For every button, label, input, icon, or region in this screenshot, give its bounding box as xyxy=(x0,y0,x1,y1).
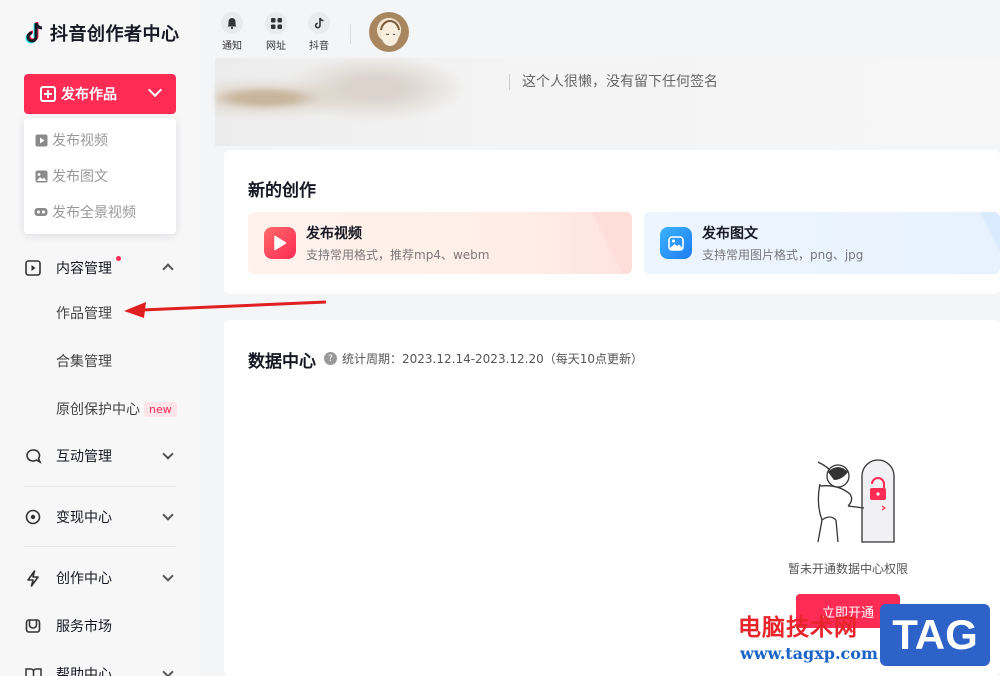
video-icon xyxy=(34,133,48,147)
sidebar-subitem-label: 合集管理 xyxy=(56,354,112,370)
douyin-icon xyxy=(308,12,330,34)
help-icon[interactable]: ? xyxy=(324,352,337,365)
market-icon xyxy=(24,617,42,635)
app-logo[interactable]: 抖音创作者中心 xyxy=(24,20,180,46)
new-badge: new xyxy=(144,401,177,417)
menu-item-label: 发布全景视频 xyxy=(52,205,136,221)
chevron-down-icon xyxy=(162,666,174,676)
sidebar-subitem-label: 原创保护中心 xyxy=(56,402,140,418)
stat-period-text: 统计周期：2023.12.14-2023.12.20（每天10点更新） xyxy=(342,352,644,366)
profile-signature: 这个人很懒，没有留下任何签名 xyxy=(509,74,718,90)
menu-item-publish-image[interactable]: 发布图文 xyxy=(24,158,176,194)
divider xyxy=(350,24,351,44)
notification-button[interactable]: 通知 xyxy=(214,12,250,52)
tile-title: 发布视频 xyxy=(306,226,362,242)
menu-item-label: 发布视频 xyxy=(52,133,108,149)
sidebar: 抖音创作者中心 发布作品 发布视频 发布图文 发布全景视频 内容管理 作品管理 … xyxy=(0,0,200,676)
watermark-tag-logo: TAG xyxy=(880,604,990,666)
video-play-icon xyxy=(264,227,296,259)
add-icon xyxy=(40,86,56,102)
sidebar-item-help-center[interactable]: 帮助中心 xyxy=(24,662,176,676)
notification-label: 通知 xyxy=(222,41,242,52)
play-square-icon xyxy=(24,259,42,277)
publish-image-tile[interactable]: 发布图文 支持常用图片格式，png、jpg xyxy=(644,212,1000,274)
app-title: 抖音创作者中心 xyxy=(50,24,180,45)
notification-dot xyxy=(116,256,121,261)
watermark-text: 电脑技术网 xyxy=(738,615,858,641)
publish-video-tile[interactable]: 发布视频 支持常用格式，推荐mp4、webm xyxy=(248,212,632,274)
menu-item-publish-panorama[interactable]: 发布全景视频 xyxy=(24,194,176,230)
bell-icon xyxy=(221,12,243,34)
publish-button-label: 发布作品 xyxy=(61,87,117,103)
new-creation-card: 新的创作 发布视频 支持常用格式，推荐mp4、webm 发布图文 支持常用图片格… xyxy=(224,150,1000,294)
avatar-image xyxy=(380,20,400,46)
monetize-icon xyxy=(24,508,42,526)
sidebar-item-label: 变现中心 xyxy=(56,510,112,526)
decorative-shape xyxy=(980,212,1000,252)
chevron-down-icon xyxy=(147,82,163,98)
douyin-button[interactable]: 抖音 xyxy=(301,12,337,52)
vr-icon xyxy=(34,205,48,219)
sidebar-item-content-management[interactable]: 内容管理 xyxy=(24,256,176,280)
divider xyxy=(24,486,176,487)
red-arrow-annotation xyxy=(124,300,327,318)
links-label: 网址 xyxy=(266,41,286,52)
data-center-title: 数据中心 xyxy=(248,352,316,372)
links-button[interactable]: 网址 xyxy=(258,12,294,52)
sidebar-item-service-market[interactable]: 服务市场 xyxy=(24,614,176,638)
book-icon xyxy=(24,665,42,676)
chevron-down-icon xyxy=(162,509,174,521)
sidebar-subitem-works-management[interactable]: 作品管理 xyxy=(56,303,112,323)
sidebar-item-creation-center[interactable]: 创作中心 xyxy=(24,566,176,590)
profile-header: 这个人很懒，没有留下任何签名 xyxy=(215,58,1000,146)
decorative-shape xyxy=(592,212,632,274)
chat-icon xyxy=(24,447,42,465)
empty-state-text: 暂未开通数据中心权限 xyxy=(788,562,909,576)
douyin-logo-icon xyxy=(25,22,43,44)
sidebar-subitem-label: 作品管理 xyxy=(56,306,112,322)
publish-dropdown-menu: 发布视频 发布图文 发布全景视频 xyxy=(24,118,176,234)
menu-item-publish-video[interactable]: 发布视频 xyxy=(24,122,176,158)
divider xyxy=(24,546,176,547)
watermark-url: www.tagxp.com xyxy=(740,644,878,663)
sidebar-item-interaction[interactable]: 互动管理 xyxy=(24,444,176,468)
blurred-profile-info xyxy=(215,58,505,146)
sidebar-item-monetization[interactable]: 变现中心 xyxy=(24,505,176,529)
new-creation-title: 新的创作 xyxy=(248,181,316,201)
lightning-icon xyxy=(24,569,42,587)
tile-description: 支持常用格式，推荐mp4、webm xyxy=(306,248,490,262)
user-avatar[interactable] xyxy=(369,12,409,52)
grid-icon xyxy=(265,12,287,34)
sidebar-item-label: 互动管理 xyxy=(56,449,112,465)
chevron-down-icon xyxy=(162,448,174,460)
sidebar-item-label: 服务市场 xyxy=(56,619,112,635)
chevron-up-icon xyxy=(162,263,174,275)
sidebar-subitem-original-protection[interactable]: 原创保护中心 new xyxy=(56,399,177,419)
sidebar-item-label: 创作中心 xyxy=(56,571,112,587)
sidebar-item-label: 内容管理 xyxy=(56,261,112,277)
image-icon xyxy=(660,227,692,259)
top-bar: 通知 网址 抖音 xyxy=(200,0,1000,58)
sidebar-subitem-collection-management[interactable]: 合集管理 xyxy=(56,351,112,371)
menu-item-label: 发布图文 xyxy=(52,169,108,185)
douyin-label: 抖音 xyxy=(309,41,329,52)
chevron-down-icon xyxy=(162,570,174,582)
publish-button[interactable]: 发布作品 xyxy=(24,74,176,114)
no-permission-illustration xyxy=(817,459,895,543)
tile-description: 支持常用图片格式，png、jpg xyxy=(702,248,864,262)
sidebar-item-label: 帮助中心 xyxy=(56,667,112,676)
image-icon xyxy=(34,169,48,183)
tile-title: 发布图文 xyxy=(702,226,758,242)
stat-period: ? 统计周期：2023.12.14-2023.12.20（每天10点更新） xyxy=(324,350,643,367)
